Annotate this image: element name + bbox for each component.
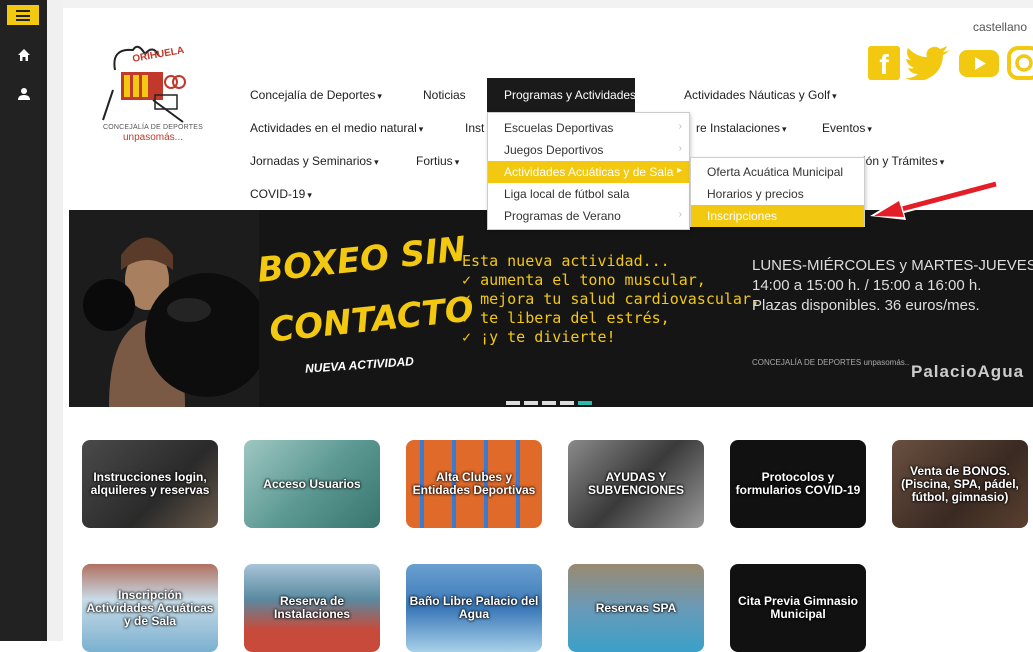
slider-dot[interactable] xyxy=(542,401,556,405)
menu-item-acuaticas[interactable]: Actividades Acuáticas y de Sala ▸ xyxy=(488,161,689,183)
banner-footer-logo: CONCEJALÍA DE DEPORTES unpasomás.. xyxy=(752,358,910,367)
tile-reserva-instalaciones[interactable]: Reserva de Instalaciones xyxy=(244,564,380,652)
tile-acceso-usuarios[interactable]: Acceso Usuarios xyxy=(244,440,380,528)
tile-ayudas-subvenciones[interactable]: AYUDAS Y SUBVENCIONES xyxy=(568,440,704,528)
tile-instrucciones-login[interactable]: Instrucciones login, alquileres y reserv… xyxy=(82,440,218,528)
banner-benefits: Esta nueva actividad... ✓ aumenta el ton… xyxy=(462,252,761,346)
logo-line2: unpasomás... xyxy=(122,132,184,143)
programas-dropdown: Escuelas Deportivas › Juegos Deportivos › … xyxy=(487,112,690,230)
facebook-icon[interactable]: f xyxy=(868,46,900,80)
annotation-arrow xyxy=(870,179,998,220)
banner-schedule: LUNES-MIÉRCOLES y MARTES-JUEVES 14:00 a … xyxy=(752,257,1033,314)
home-icon[interactable] xyxy=(14,48,34,68)
submenu-item-horarios[interactable]: Horarios y precios xyxy=(691,183,864,205)
tile-alta-clubes[interactable]: Alta Clubes y Entidades Deportivas xyxy=(406,440,542,528)
instagram-icon[interactable] xyxy=(1007,46,1033,80)
slider-dot[interactable] xyxy=(524,401,538,405)
twitter-icon[interactable] xyxy=(905,46,951,81)
nav-tramites[interactable]: ión y Trámites ▾ xyxy=(863,154,944,168)
submenu-item-oferta[interactable]: Oferta Acuática Municipal xyxy=(691,161,864,183)
menu-item-verano[interactable]: Programas de Verano › xyxy=(488,205,689,227)
acuaticas-submenu: Oferta Acuática Municipal Horarios y pre… xyxy=(690,157,865,227)
menu-item-escuelas[interactable]: Escuelas Deportivas › xyxy=(488,117,689,139)
banner-footer-brand: PalacioAgua xyxy=(911,362,1025,381)
submenu-item-inscripciones[interactable]: Inscripciones xyxy=(691,205,864,227)
logo-line1: CONCEJALÍA DE DEPORTES xyxy=(103,124,203,131)
nav-jornadas[interactable]: Jornadas y Seminarios ▾ xyxy=(250,154,379,168)
banner-subtitle: NUEVA ACTIVIDAD xyxy=(304,354,415,376)
tile-protocolos-covid[interactable]: Protocolos y formularios COVID-19 xyxy=(730,440,866,528)
nav-medio-natural[interactable]: Actividades en el medio natural ▾ xyxy=(250,121,423,135)
tile-cita-gimnasio[interactable]: Cita Previa Gimnasio Municipal xyxy=(730,564,866,652)
menu-item-juegos[interactable]: Juegos Deportivos › xyxy=(488,139,689,161)
site-logo[interactable]: ORIHUELA CONCEJALÍA DE DEPORTES unpasomá… xyxy=(93,40,213,150)
nav-instalaciones-partial[interactable]: Inst xyxy=(465,121,484,135)
nav-covid[interactable]: COVID-19 ▾ xyxy=(250,187,312,201)
boxer-photo xyxy=(69,210,259,407)
sidebar xyxy=(0,0,47,641)
banner-title-2: CONTACTO xyxy=(267,289,476,351)
tile-reservas-spa[interactable]: Reservas SPA xyxy=(568,564,704,652)
tile-inscripcion-acuaticas[interactable]: Inscripción Actividades Acuáticas y de S… xyxy=(82,564,218,652)
slider-dot[interactable] xyxy=(506,401,520,405)
user-icon[interactable] xyxy=(14,87,34,107)
slider-dot-active[interactable] xyxy=(578,401,592,405)
nav-fortius[interactable]: Fortius ▾ xyxy=(416,154,459,168)
nav-concejalia[interactable]: Concejalía de Deportes ▾ xyxy=(250,88,382,102)
tile-bano-libre[interactable]: Baño Libre Palacio del Agua xyxy=(406,564,542,652)
nav-eventos[interactable]: Eventos ▾ xyxy=(822,121,872,135)
nav-sobre-instalaciones[interactable]: re Instalaciones ▾ xyxy=(696,121,787,135)
hero-banner[interactable]: BOXEO SIN CONTACTO NUEVA ACTIVIDAD Esta … xyxy=(69,210,1033,407)
banner-title-1: BOXEO SIN xyxy=(255,229,468,291)
slider-dot[interactable] xyxy=(560,401,574,405)
menu-item-liga[interactable]: Liga local de fútbol sala xyxy=(488,183,689,205)
nav-programas-actividades[interactable]: Programas y Actividades ▾ xyxy=(487,78,643,112)
page-gutter xyxy=(47,0,63,641)
nav-nauticas-golf[interactable]: Actividades Náuticas y Golf ▾ xyxy=(684,88,837,102)
tile-venta-bonos[interactable]: Venta de BONOS. (Piscina, SPA, pádel, fú… xyxy=(892,440,1028,528)
menu-icon[interactable] xyxy=(7,5,39,25)
language-link[interactable]: castellano xyxy=(973,20,1027,34)
youtube-icon[interactable] xyxy=(958,46,1000,80)
page-content: ORIHUELA CONCEJALÍA DE DEPORTES unpasomá… xyxy=(63,0,1033,652)
nav-noticias[interactable]: Noticias xyxy=(423,88,466,102)
